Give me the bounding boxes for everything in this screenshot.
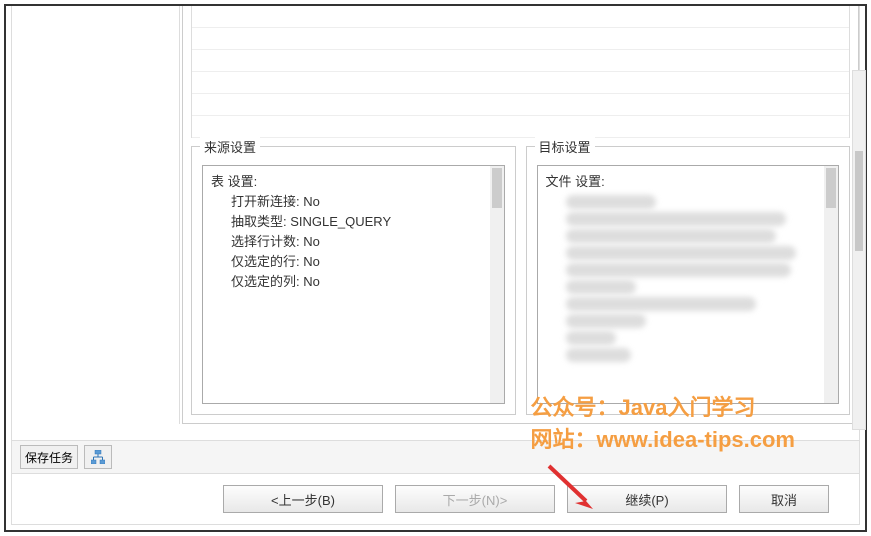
grid-row <box>192 50 849 72</box>
outer-scrollbar[interactable] <box>852 70 866 430</box>
prev-button[interactable]: <上一步(B) <box>223 485 383 513</box>
source-item: 打开新连接: No <box>211 192 496 212</box>
scrollbar[interactable] <box>490 166 504 403</box>
source-settings-legend: 来源设置 <box>200 137 260 156</box>
source-item: 仅选定的行: No <box>211 252 496 272</box>
blurred-text <box>566 212 786 226</box>
outer-scrollbar-thumb[interactable] <box>855 151 863 251</box>
blurred-text <box>566 263 791 277</box>
grid-row <box>192 6 849 28</box>
target-settings-box[interactable]: 文件 设置: <box>537 165 840 404</box>
grid-row <box>192 116 849 138</box>
target-settings-group: 目标设置 文件 设置: <box>526 146 851 415</box>
left-sidebar <box>12 6 180 424</box>
source-header: 表 设置: <box>211 172 496 192</box>
grid-row <box>192 72 849 94</box>
blurred-text <box>566 297 756 311</box>
source-item: 仅选定的列: No <box>211 272 496 292</box>
blurred-text <box>566 348 631 362</box>
blurred-text <box>566 246 796 260</box>
blurred-text <box>566 331 616 345</box>
source-item: 选择行计数: No <box>211 232 496 252</box>
next-button: 下一步(N)> <box>395 485 555 513</box>
grid-row <box>192 94 849 116</box>
toolbar: 保存任务 <box>12 440 859 474</box>
grid-row <box>192 28 849 50</box>
source-settings-group: 来源设置 表 设置: 打开新连接: No 抽取类型: SINGLE_QUERY … <box>191 146 516 415</box>
data-grid[interactable] <box>191 6 850 138</box>
blurred-text <box>566 229 776 243</box>
source-settings-box[interactable]: 表 设置: 打开新连接: No 抽取类型: SINGLE_QUERY 选择行计数… <box>202 165 505 404</box>
blurred-text <box>566 195 656 209</box>
cancel-button[interactable]: 取消 <box>739 485 829 513</box>
wizard-button-row: <上一步(B) 下一步(N)> 继续(P) 取消 <box>12 474 859 524</box>
save-task-button[interactable]: 保存任务 <box>20 445 78 469</box>
source-item: 抽取类型: SINGLE_QUERY <box>211 212 496 232</box>
scrollbar-thumb[interactable] <box>492 168 502 208</box>
target-settings-legend: 目标设置 <box>535 137 595 156</box>
schema-icon-button[interactable] <box>84 445 112 469</box>
scrollbar-thumb[interactable] <box>826 168 836 208</box>
target-header: 文件 设置: <box>546 172 831 192</box>
scrollbar[interactable] <box>824 166 838 403</box>
schema-icon <box>91 450 105 464</box>
blurred-text <box>566 280 636 294</box>
blurred-text <box>566 314 646 328</box>
main-panel: 来源设置 表 设置: 打开新连接: No 抽取类型: SINGLE_QUERY … <box>182 6 859 424</box>
continue-button[interactable]: 继续(P) <box>567 485 727 513</box>
